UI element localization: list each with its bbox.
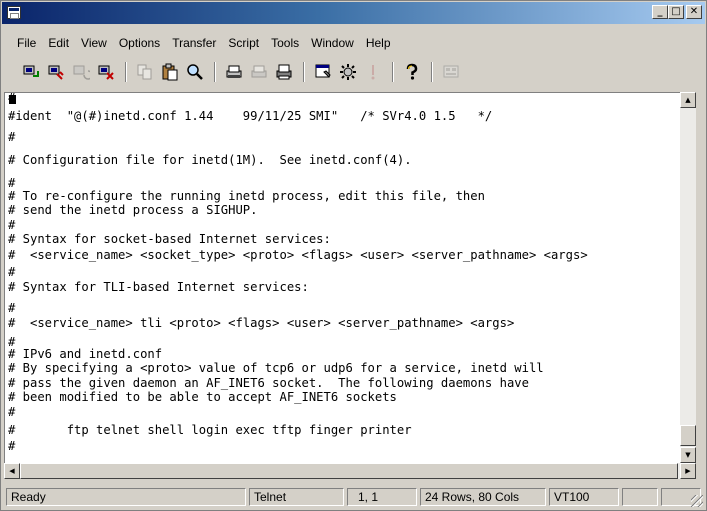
terminal-line: # Configuration file for inetd(1M). See … (8, 153, 412, 167)
menu-bar: File Edit View Options Transfer Script T… (11, 34, 397, 52)
status-emulation: VT100 (549, 488, 619, 506)
menu-edit[interactable]: Edit (42, 34, 75, 52)
print-selection-button[interactable] (247, 61, 271, 83)
menu-options[interactable]: Options (113, 34, 166, 52)
menu-tools[interactable]: Tools (265, 34, 305, 52)
copy-button[interactable] (133, 61, 157, 83)
app-icon[interactable] (7, 6, 21, 19)
status-empty-panel (622, 488, 658, 506)
scroll-left-arrow-icon[interactable]: ◀ (4, 463, 20, 479)
sftp-icon (371, 65, 375, 80)
sftp-button[interactable] (361, 61, 385, 83)
terminal-line: # (8, 130, 16, 144)
scroll-down-arrow-icon[interactable]: ▼ (680, 447, 696, 463)
terminal-line: # <service_name> <socket_type> <proto> <… (8, 248, 588, 262)
toolbar (19, 59, 464, 85)
status-protocol: Telnet (249, 488, 344, 506)
text-cursor (9, 95, 16, 104)
toolbar-separator (431, 62, 433, 82)
terminal-line: # (8, 265, 16, 279)
status-cursor-position: 1, 1 (347, 488, 417, 506)
copy-icon (137, 64, 152, 80)
terminal-line: # (8, 405, 16, 419)
status-dimensions: 24 Rows, 80 Cols (420, 488, 546, 506)
terminal-line: # By specifying a <proto> value of tcp6 … (8, 361, 544, 375)
terminal-line: # Syntax for socket-based Internet servi… (8, 232, 331, 246)
print-selection-icon (251, 65, 267, 78)
horizontal-scroll-thumb[interactable] (20, 463, 678, 479)
reconnect-icon (73, 65, 90, 80)
status-state: Ready (6, 488, 246, 506)
minimize-button[interactable]: _ (652, 5, 668, 19)
horizontal-scrollbar[interactable]: ◀ ▶ (4, 463, 696, 479)
quick-connect-icon (48, 65, 64, 80)
help-icon (406, 63, 418, 80)
menu-view[interactable]: View (75, 34, 113, 52)
terminal-line: # send the inetd process a SIGHUP. (8, 203, 258, 217)
print-icon (276, 64, 292, 80)
global-options-button[interactable] (336, 61, 360, 83)
print-button[interactable] (272, 61, 296, 83)
session-options-button[interactable] (311, 61, 335, 83)
vertical-scrollbar[interactable]: ▲ ▼ (680, 92, 696, 463)
close-button[interactable]: ✕ (686, 5, 702, 19)
connect-icon (23, 65, 39, 77)
quick-connect-button[interactable] (44, 61, 68, 83)
keymap-button[interactable] (439, 61, 463, 83)
scroll-up-arrow-icon[interactable]: ▲ (680, 92, 696, 108)
menu-file[interactable]: File (11, 34, 42, 52)
toolbar-separator (303, 62, 305, 82)
find-icon (187, 64, 203, 80)
title-bar[interactable]: _ □ ✕ (2, 2, 705, 24)
connect-button[interactable] (19, 61, 43, 83)
terminal-line: # (8, 439, 16, 453)
menu-help[interactable]: Help (360, 34, 397, 52)
vertical-scroll-thumb[interactable] (680, 425, 696, 446)
terminal-line: # <service_name> tli <proto> <flags> <us… (8, 316, 515, 330)
global-options-icon (340, 64, 356, 80)
terminal-line: # been modified to be able to accept AF_… (8, 390, 397, 404)
terminal-line: #ident "@(#)inetd.conf 1.44 99/11/25 SMI… (8, 109, 493, 123)
disconnect-button[interactable] (94, 61, 118, 83)
terminal-screen[interactable]: # #ident "@(#)inetd.conf 1.44 99/11/25 S… (4, 92, 680, 463)
terminal-line: # (8, 218, 16, 232)
print-setup-button[interactable] (222, 61, 246, 83)
menu-window[interactable]: Window (305, 34, 360, 52)
status-bar: Ready Telnet 1, 1 24 Rows, 80 Cols VT100 (3, 485, 705, 509)
session-options-icon (315, 64, 331, 78)
menu-transfer[interactable]: Transfer (166, 34, 222, 52)
menu-script[interactable]: Script (222, 34, 265, 52)
terminal-line: # ftp telnet shell login exec tftp finge… (8, 423, 412, 437)
terminal-line: # IPv6 and inetd.conf (8, 347, 163, 361)
scroll-right-arrow-icon[interactable]: ▶ (680, 463, 696, 479)
terminal-line: # To re-configure the running inetd proc… (8, 189, 485, 203)
terminal-line: # (8, 301, 16, 315)
toolbar-separator (125, 62, 127, 82)
terminal-line: # Syntax for TLI-based Internet services… (8, 280, 309, 294)
window-controls: _ □ ✕ (652, 5, 702, 19)
app-window: _ □ ✕ File Edit View Options Transfer Sc… (0, 0, 707, 511)
resize-grip-icon[interactable] (691, 495, 703, 507)
paste-icon (162, 63, 178, 81)
toolbar-separator (392, 62, 394, 82)
disconnect-icon (98, 65, 114, 80)
reconnect-button[interactable] (69, 61, 93, 83)
maximize-button[interactable]: □ (668, 5, 684, 19)
terminal-line: # pass the given daemon an AF_INET6 sock… (8, 376, 529, 390)
print-setup-icon (226, 65, 242, 78)
find-button[interactable] (183, 61, 207, 83)
keymap-icon (443, 65, 459, 78)
help-button[interactable] (400, 61, 424, 83)
paste-button[interactable] (158, 61, 182, 83)
toolbar-separator (214, 62, 216, 82)
